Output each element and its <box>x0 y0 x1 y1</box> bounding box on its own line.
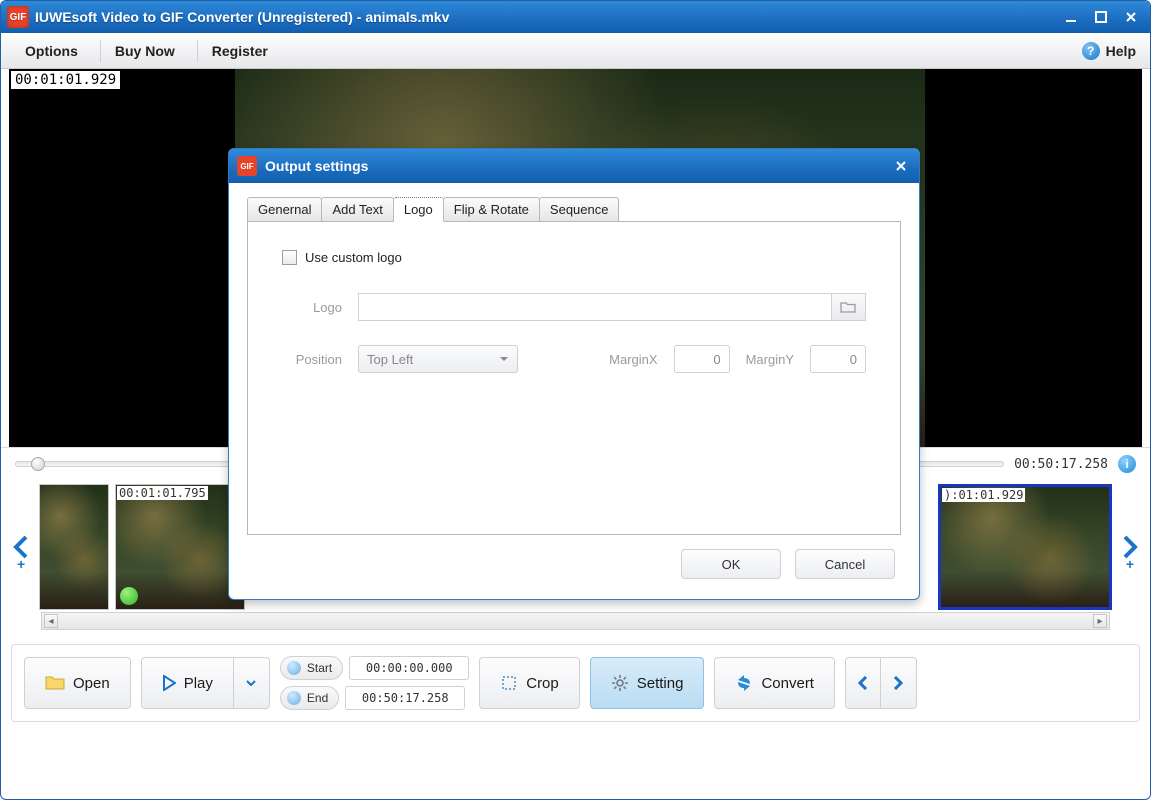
window-title: IUWEsoft Video to GIF Converter (Unregis… <box>35 9 1054 25</box>
play-label: Play <box>184 675 213 692</box>
menu-buy-now[interactable]: Buy Now <box>105 39 185 63</box>
clip-thumbnail[interactable]: 00:01:01.795 <box>115 484 245 610</box>
marker-icon <box>120 587 138 605</box>
convert-icon <box>735 674 753 692</box>
tab-logo[interactable]: Logo <box>393 197 444 222</box>
total-duration: 00:50:17.258 <box>1014 457 1108 472</box>
clip-timecode: ):01:01.929 <box>942 488 1025 502</box>
plus-icon: + <box>1126 556 1134 572</box>
play-dropdown-button[interactable] <box>234 657 270 709</box>
dialog-app-icon: GIF <box>237 156 257 176</box>
use-custom-logo-label: Use custom logo <box>305 250 402 265</box>
position-combo[interactable]: Top Left <box>358 345 518 373</box>
start-end-block: Start 00:00:00.000 End 00:50:17.258 <box>280 656 469 710</box>
tab-sequence[interactable]: Sequence <box>539 197 620 222</box>
tabs: Genernal Add Text Logo Flip & Rotate Seq… <box>247 197 901 222</box>
use-custom-logo-checkbox[interactable] <box>282 250 297 265</box>
tab-add-text[interactable]: Add Text <box>321 197 393 222</box>
crop-label: Crop <box>526 675 559 692</box>
play-button[interactable]: Play <box>141 657 234 709</box>
marginy-input[interactable]: 0 <box>810 345 866 373</box>
open-label: Open <box>73 675 110 692</box>
strip-next-button[interactable]: + <box>1118 484 1142 610</box>
marginx-input[interactable]: 0 <box>674 345 730 373</box>
plus-icon: + <box>17 556 25 572</box>
chevron-down-icon <box>246 680 256 686</box>
dialog-close-button[interactable] <box>891 156 911 176</box>
menu-separator <box>197 40 198 62</box>
timeline-thumb[interactable] <box>31 457 45 471</box>
menu-options[interactable]: Options <box>15 39 88 63</box>
marginy-label: MarginY <box>746 352 794 367</box>
clip-thumbnail[interactable] <box>39 484 109 610</box>
crop-button[interactable]: Crop <box>479 657 580 709</box>
clock-icon <box>287 661 301 675</box>
folder-open-icon <box>840 300 858 314</box>
tab-flip-rotate[interactable]: Flip & Rotate <box>443 197 540 222</box>
help-button[interactable]: ? Help <box>1082 42 1136 60</box>
help-icon: ? <box>1082 42 1100 60</box>
bottom-toolbar: Open Play Start 00:00:00.000 End 00:50:1… <box>11 644 1140 722</box>
scroll-left-button[interactable]: ◂ <box>44 614 58 628</box>
strip-scrollbar[interactable]: ◂ ▸ <box>41 612 1110 630</box>
logo-path-input[interactable] <box>358 293 832 321</box>
close-button[interactable] <box>1118 8 1144 26</box>
menu-register[interactable]: Register <box>202 39 278 63</box>
end-button[interactable]: End <box>280 686 339 710</box>
clock-icon <box>287 691 301 705</box>
position-label: Position <box>282 352 342 367</box>
nav-next-button[interactable] <box>881 657 917 709</box>
tabpanel-logo: Use custom logo Logo Position Top Left <box>247 221 901 535</box>
open-button[interactable]: Open <box>24 657 131 709</box>
tab-general[interactable]: Genernal <box>247 197 322 222</box>
end-timecode[interactable]: 00:50:17.258 <box>345 686 465 710</box>
setting-label: Setting <box>637 675 684 692</box>
clip-thumbnail[interactable]: ):01:01.929 <box>938 484 1112 610</box>
strip-prev-button[interactable]: + <box>9 484 33 610</box>
menubar: Options Buy Now Register ? Help <box>1 33 1150 69</box>
chevron-down-icon <box>499 356 509 362</box>
play-icon <box>162 675 176 691</box>
gear-icon <box>611 674 629 692</box>
maximize-button[interactable] <box>1088 8 1114 26</box>
clip-timecode: 00:01:01.795 <box>117 486 208 500</box>
titlebar: GIF IUWEsoft Video to GIF Converter (Unr… <box>1 1 1150 33</box>
setting-button[interactable]: Setting <box>590 657 705 709</box>
end-label: End <box>307 691 328 705</box>
minimize-button[interactable] <box>1058 8 1084 26</box>
position-value: Top Left <box>367 352 413 367</box>
nav-prev-button[interactable] <box>845 657 881 709</box>
start-label: Start <box>307 661 332 675</box>
info-icon[interactable]: i <box>1118 455 1136 473</box>
browse-button[interactable] <box>832 293 866 321</box>
crop-icon <box>500 674 518 692</box>
help-label: Help <box>1106 43 1136 59</box>
output-settings-dialog: GIF Output settings Genernal Add Text Lo… <box>228 148 920 600</box>
app-icon: GIF <box>7 6 29 28</box>
folder-icon <box>45 675 65 691</box>
convert-label: Convert <box>761 675 814 692</box>
start-timecode[interactable]: 00:00:00.000 <box>349 656 469 680</box>
dialog-title: Output settings <box>265 158 891 174</box>
logo-label: Logo <box>282 300 342 315</box>
convert-button[interactable]: Convert <box>714 657 835 709</box>
cancel-button[interactable]: Cancel <box>795 549 895 579</box>
menu-separator <box>100 40 101 62</box>
scroll-right-button[interactable]: ▸ <box>1093 614 1107 628</box>
marginx-label: MarginX <box>609 352 657 367</box>
start-button[interactable]: Start <box>280 656 343 680</box>
ok-button[interactable]: OK <box>681 549 781 579</box>
dialog-titlebar: GIF Output settings <box>229 149 919 183</box>
main-window: GIF IUWEsoft Video to GIF Converter (Unr… <box>0 0 1151 800</box>
current-time-overlay: 00:01:01.929 <box>11 71 120 89</box>
